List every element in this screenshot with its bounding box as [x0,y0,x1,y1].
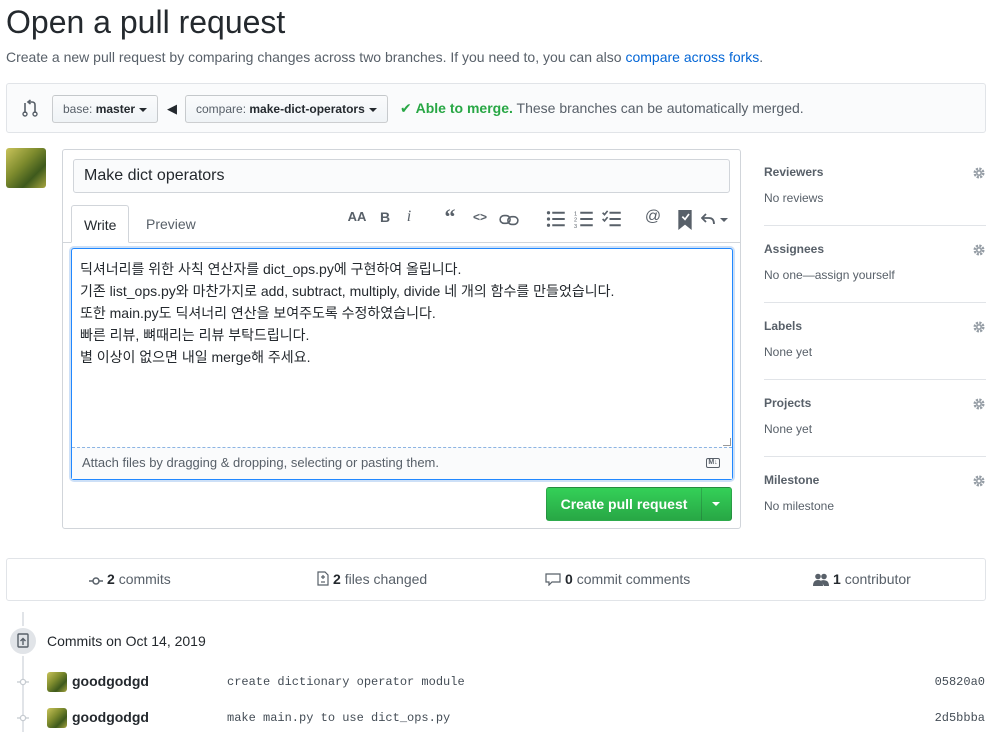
chevron-down-icon [712,502,720,506]
gear-icon[interactable] [972,474,986,488]
link-icon[interactable] [499,210,519,230]
create-pull-request-button[interactable]: Create pull request [546,487,732,521]
markdown-icon[interactable]: M↓ [706,458,720,468]
pr-form: Make dict operators Write Preview AA B i… [62,149,741,529]
svg-text:2: 2 [574,218,577,224]
commits-date-heading: Commits on Oct 14, 2019 [47,633,206,649]
resize-handle[interactable] [723,438,731,446]
gear-icon[interactable] [972,397,986,411]
commits-summary[interactable]: 2 commits [89,571,171,587]
compare-forks-link[interactable]: compare across forks [625,49,759,65]
body-line: 딕셔너리를 위한 사칙 연산자를 dict_ops.py에 구현하여 올립니다. [80,261,462,277]
commit-sha[interactable]: 2d5bbba [935,711,985,725]
tab-preview[interactable]: Preview [134,205,208,243]
commit-author[interactable]: goodgodgd [72,709,149,725]
avatar[interactable] [47,708,67,728]
attach-files-area[interactable]: Attach files by dragging & dropping, sel… [72,447,732,479]
page-subtitle: Create a new pull request by comparing c… [6,49,764,65]
files-changed-summary[interactable]: 2 files changed [317,571,427,587]
svg-text:3: 3 [574,224,577,229]
reply-icon[interactable] [701,210,731,230]
commit-row: goodgodgd make main.py to use dict_ops.p… [0,706,992,730]
task-list-icon[interactable] [602,209,622,229]
bold-icon[interactable]: B [375,207,395,227]
create-options-dropdown[interactable] [701,488,731,520]
gear-icon[interactable] [972,243,986,257]
chevron-down-icon [139,107,148,112]
pr-body-textarea[interactable]: 딕셔너리를 위한 사칙 연산자를 dict_ops.py에 구현하여 올립니다.… [71,248,733,480]
compare-summary: 2 commits 2 files changed 0 commit comme… [6,558,986,601]
commit-sha[interactable]: 05820a0 [935,675,985,689]
reference-icon[interactable] [675,210,695,230]
body-line: 별 이상이 없으면 내일 merge해 주세요. [80,349,311,365]
avatar[interactable] [47,672,67,692]
bulleted-list-icon[interactable] [546,209,566,229]
gear-icon[interactable] [972,166,986,180]
sidebar-labels: Labels None yet [764,303,986,380]
mention-icon[interactable]: @ [643,207,663,227]
sidebar-milestone: Milestone No milestone [764,457,986,534]
commit-message[interactable]: create dictionary operator module [227,675,465,689]
gear-icon[interactable] [972,320,986,334]
commit-icon [17,714,29,722]
commit-author[interactable]: goodgodgd [72,673,149,689]
sidebar-assignees: Assignees No one—assign yourself [764,226,986,303]
compare-branch-select[interactable]: compare: make-dict-operators [185,95,388,123]
tab-write[interactable]: Write [71,205,129,243]
arrow-left-icon: ◀ [167,101,177,116]
check-icon: ✔ [400,100,412,116]
commit-row: goodgodgd create dictionary operator mod… [0,670,992,694]
chevron-down-icon [368,107,377,112]
italic-icon[interactable]: i [399,207,419,227]
svg-text:1: 1 [574,211,577,217]
body-line: 기존 list_ops.py와 마찬가지로 add, subtract, mul… [80,283,615,299]
base-branch-select[interactable]: base: master [52,95,159,123]
contributors-summary[interactable]: 1 contributor [813,571,911,587]
merge-status: ✔ Able to merge. These branches can be a… [400,100,804,116]
numbered-list-icon[interactable]: 1 2 3 [574,209,594,229]
sidebar-projects: Projects None yet [764,380,986,457]
commit-comments-summary[interactable]: 0 commit comments [545,571,690,587]
file-diff-icon [317,571,329,586]
pr-title-input[interactable]: Make dict operators [73,159,730,193]
header-icon[interactable]: AA [347,207,367,227]
comment-icon [545,573,561,586]
page-title: Open a pull request [6,4,286,40]
commit-message[interactable]: make main.py to use dict_ops.py [227,711,450,725]
compare-icon [22,99,38,117]
repo-push-icon [8,626,38,656]
commit-icon [89,577,103,585]
commit-icon [17,678,29,686]
body-line: 빠른 리뷰, 뼈때리는 리뷰 부탁드립니다. [80,327,310,343]
sidebar-reviewers: Reviewers No reviews [764,149,986,226]
compare-bar: base: master ◀ compare: make-dict-operat… [6,83,986,133]
quote-icon[interactable]: “ [440,206,460,228]
avatar [6,148,46,188]
code-icon[interactable]: <> [470,207,490,227]
people-icon [813,573,829,586]
body-line: 또한 main.py도 딕셔너리 연산을 보여주도록 수정하였습니다. [80,305,436,321]
